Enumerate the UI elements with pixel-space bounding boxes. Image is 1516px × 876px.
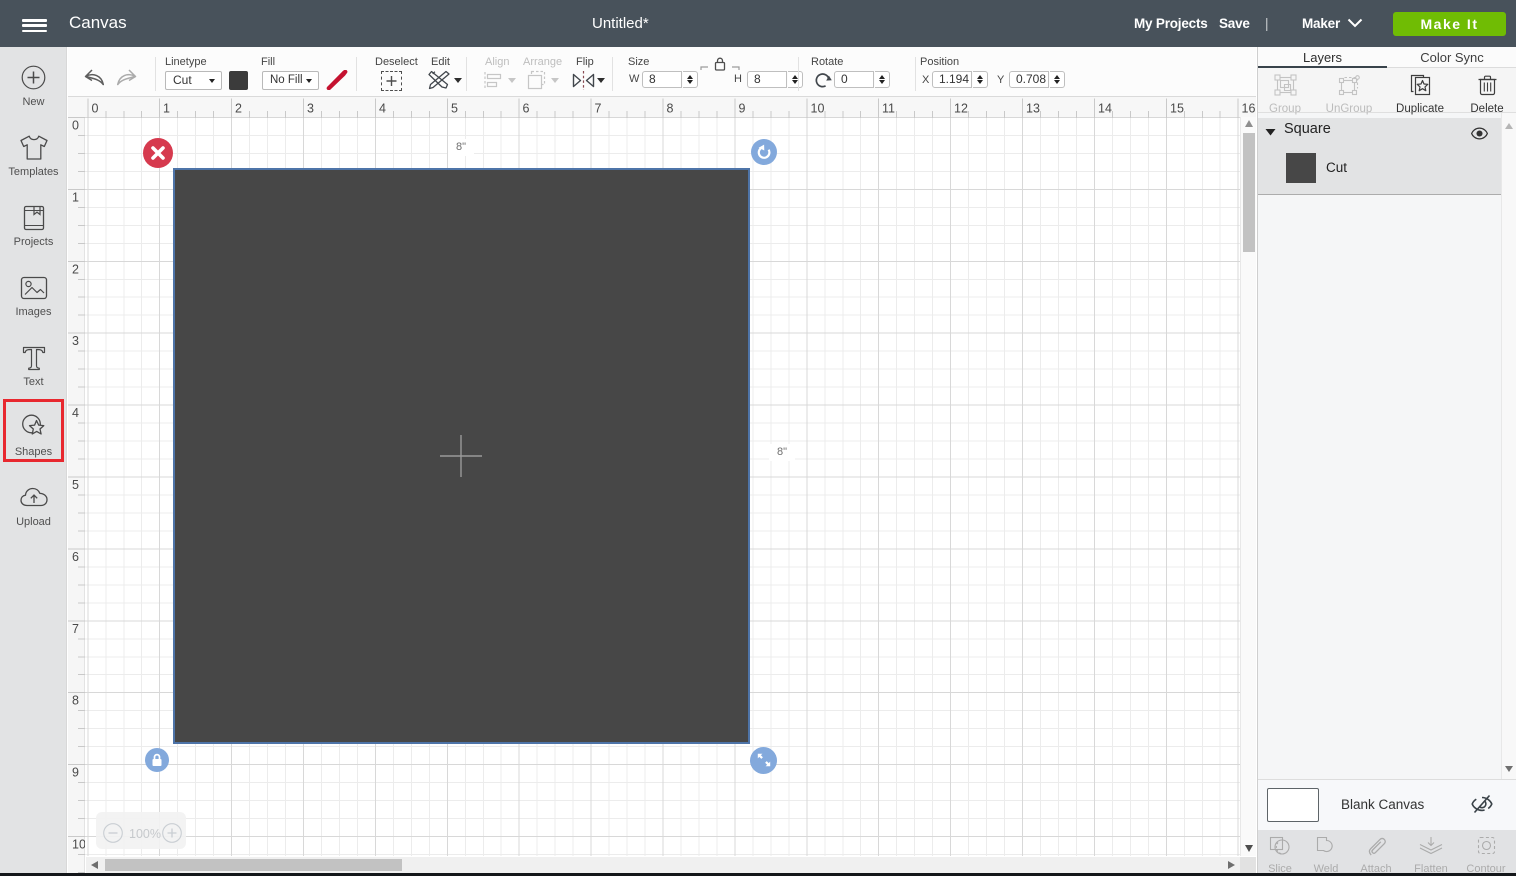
svg-text:8: 8 (667, 102, 674, 116)
svg-text:1: 1 (72, 191, 79, 205)
svg-text:8: 8 (72, 694, 79, 708)
svg-text:14: 14 (1098, 102, 1112, 116)
svg-text:10: 10 (72, 838, 85, 852)
svg-text:5: 5 (451, 102, 458, 116)
svg-text:15: 15 (1170, 102, 1184, 116)
svg-text:3: 3 (307, 102, 314, 116)
svg-text:3: 3 (72, 334, 79, 348)
svg-text:10: 10 (811, 102, 825, 116)
svg-text:11: 11 (882, 102, 895, 116)
svg-text:0: 0 (72, 119, 79, 133)
svg-text:4: 4 (72, 406, 79, 420)
svg-text:12: 12 (954, 102, 968, 116)
svg-text:4: 4 (379, 102, 386, 116)
svg-text:7: 7 (72, 622, 79, 636)
svg-text:6: 6 (72, 550, 79, 564)
svg-text:5: 5 (72, 478, 79, 492)
svg-text:7: 7 (595, 102, 602, 116)
svg-text:0: 0 (92, 102, 99, 116)
svg-text:2: 2 (72, 263, 79, 277)
svg-text:6: 6 (523, 102, 530, 116)
svg-text:1: 1 (163, 102, 170, 116)
svg-text:2: 2 (235, 102, 242, 116)
svg-text:13: 13 (1026, 102, 1040, 116)
svg-text:9: 9 (739, 102, 746, 116)
svg-text:9: 9 (72, 766, 79, 780)
